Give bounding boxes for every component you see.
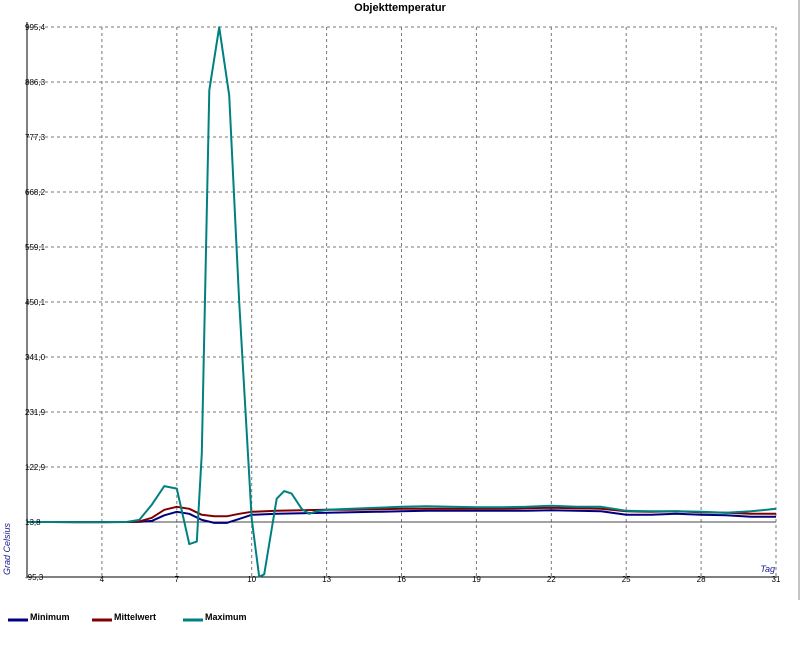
- tick-labels: -95,3 13,8 122,9 231,9 341,0 450,1 559,1 668,2 7…: [25, 23, 781, 584]
- y-tick-label: 668,2: [25, 188, 46, 197]
- y-tick-label: 13,8: [25, 518, 41, 527]
- line-chart: Objekttemperatur -95,3 13,8 122,9 231,9 341,…: [2, 0, 800, 622]
- grid: [27, 26, 777, 577]
- y-tick-label: 122,9: [25, 463, 46, 472]
- y-tick-label: 450,1: [25, 298, 46, 307]
- x-tick-label: 16: [397, 575, 406, 584]
- chart-title: Objekttemperatur: [354, 2, 446, 14]
- y-tick-label: 559,1: [25, 243, 46, 252]
- x-tick-label: 10: [247, 575, 256, 584]
- x-tick-label: 13: [322, 575, 331, 584]
- y-tick-label: 886,3: [25, 78, 46, 87]
- x-tick-label: 25: [622, 575, 631, 584]
- y-tick-label: 231,9: [25, 408, 46, 417]
- legend: Minimum Mittelwert Maximum: [8, 612, 247, 622]
- y-tick-label: 341,0: [25, 353, 46, 362]
- x-tick-label: 19: [472, 575, 481, 584]
- y-tick-label: 995,4: [25, 23, 46, 32]
- x-tick-label: 4: [100, 575, 105, 584]
- legend-label-mittelwert: Mittelwert: [114, 612, 156, 622]
- legend-label-minimum: Minimum: [30, 612, 70, 622]
- y-tick-label: -95,3: [25, 573, 44, 582]
- x-tick-label: 22: [547, 575, 556, 584]
- x-tick-label: 31: [772, 575, 781, 584]
- x-tick-label: 28: [697, 575, 706, 584]
- y-axis-label: Grad Celsius: [2, 522, 12, 575]
- x-axis-label: Tag: [760, 564, 775, 574]
- x-tick-label: 7: [175, 575, 180, 584]
- y-tick-label: 777,3: [25, 133, 46, 142]
- legend-label-maximum: Maximum: [205, 612, 247, 622]
